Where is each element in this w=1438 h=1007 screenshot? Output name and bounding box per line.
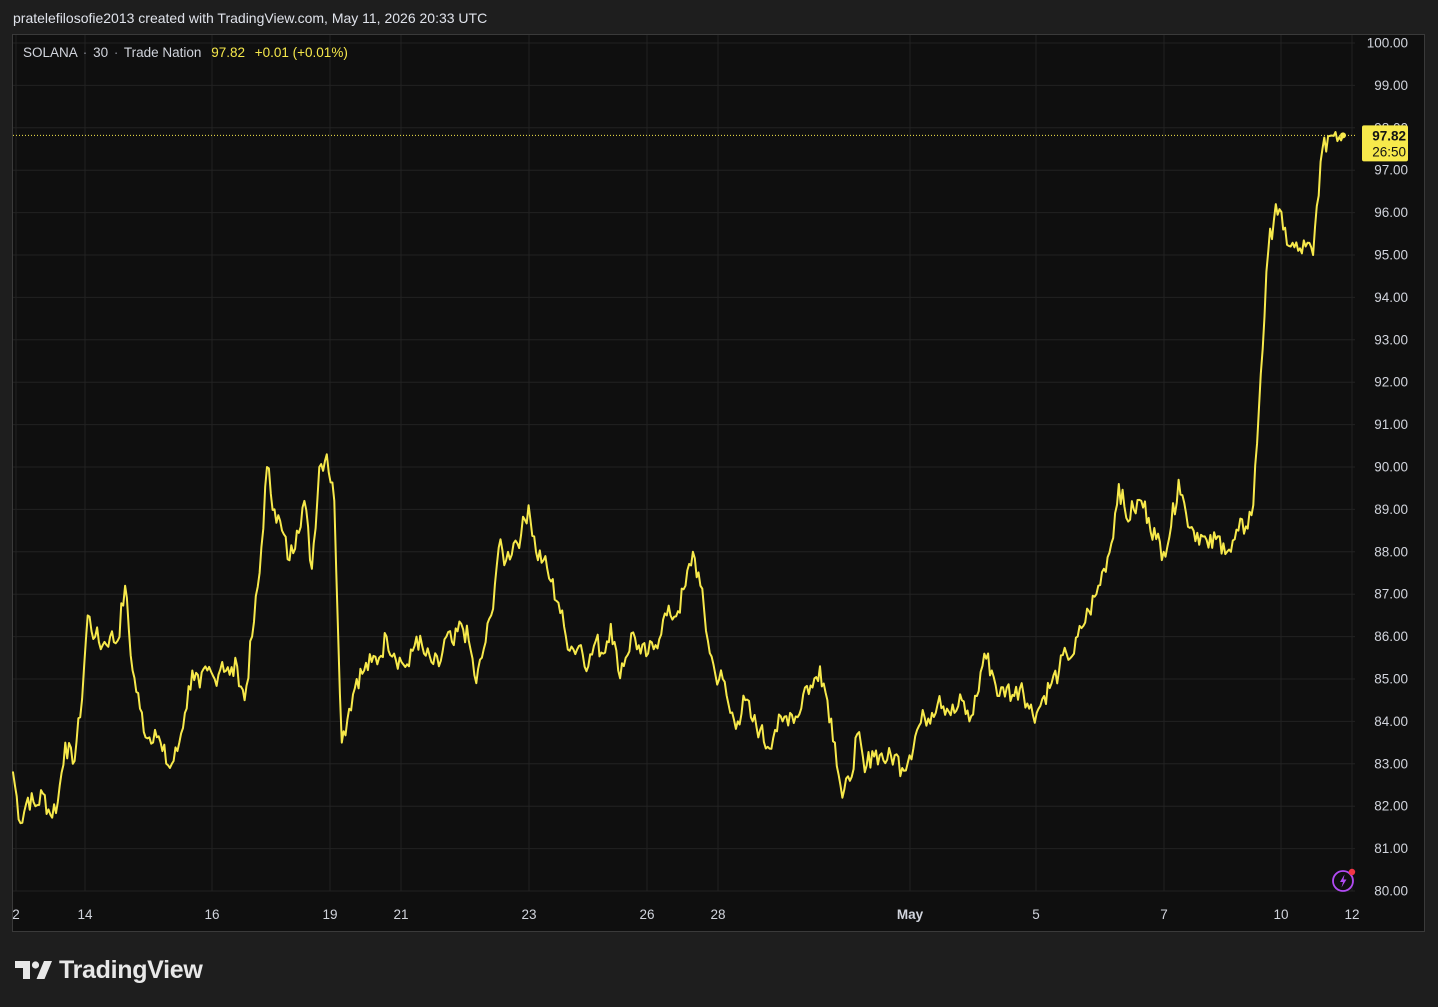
tradingview-logo[interactable]: TradingView xyxy=(15,954,203,986)
y-tick-label: 92.00 xyxy=(1374,375,1408,390)
legend-last-price: 97.82 xyxy=(211,45,245,60)
last-price-label: 97.8226:50 xyxy=(1362,125,1408,162)
price-chart[interactable]: 214161921232628May571012 100.0099.0098.0… xyxy=(12,34,1425,932)
x-tick-label: 2 xyxy=(12,907,20,922)
x-tick-label: 28 xyxy=(710,907,725,922)
bar-countdown-label: 26:50 xyxy=(1372,144,1406,159)
x-tick-label: 7 xyxy=(1160,907,1168,922)
y-tick-label: 87.00 xyxy=(1374,587,1408,602)
series-line-layer xyxy=(12,131,1355,825)
alert-button[interactable] xyxy=(1331,867,1357,893)
y-tick-label: 83.00 xyxy=(1374,756,1408,771)
last-price-label-value: 97.82 xyxy=(1372,128,1406,143)
y-tick-label: 95.00 xyxy=(1374,248,1408,263)
y-axis: 100.0099.0098.0097.0096.0095.0094.0093.0… xyxy=(1367,36,1408,899)
y-tick-label: 84.00 xyxy=(1374,714,1408,729)
legend-change: +0.01 (+0.01%) xyxy=(254,45,348,60)
x-tick-label: 10 xyxy=(1273,907,1288,922)
y-tick-label: 86.00 xyxy=(1374,629,1408,644)
y-tick-label: 97.00 xyxy=(1374,163,1408,178)
x-axis: 2 14 16 19 21 23 26 28 May 5 7 10 12 xyxy=(12,907,1359,922)
tradingview-logo-text: TradingView xyxy=(59,955,203,984)
y-tick-label: 94.00 xyxy=(1374,290,1408,305)
y-tick-label: 80.00 xyxy=(1374,884,1408,899)
y-tick-label: 81.00 xyxy=(1374,841,1408,856)
x-tick-label: 12 xyxy=(1344,907,1359,922)
y-tick-label: 88.00 xyxy=(1374,544,1408,559)
y-tick-label: 90.00 xyxy=(1374,460,1408,475)
x-tick-label: 5 xyxy=(1032,907,1040,922)
legend-broker: Trade Nation xyxy=(123,45,202,60)
x-tick-label: 14 xyxy=(77,907,93,922)
tradingview-logo-icon xyxy=(15,961,52,979)
lightning-icon xyxy=(1332,868,1356,892)
x-tick-label: May xyxy=(897,907,924,922)
y-tick-label: 91.00 xyxy=(1374,417,1408,432)
legend-interval: 30 xyxy=(93,45,109,60)
y-tick-label: 93.00 xyxy=(1374,332,1408,347)
legend-separator: · xyxy=(113,45,119,60)
y-tick-label: 82.00 xyxy=(1374,799,1408,814)
chart-credit: pratelefilosofie2013 created with Tradin… xyxy=(13,10,488,26)
y-tick-label: 99.00 xyxy=(1374,78,1408,93)
x-tick-label: 19 xyxy=(322,907,337,922)
x-tick-label: 21 xyxy=(393,907,408,922)
x-tick-label: 16 xyxy=(204,907,219,922)
chart-legend: SOLANA · 30 · Trade Nation 97.82 +0.01 (… xyxy=(23,45,348,60)
x-tick-label: 23 xyxy=(521,907,536,922)
last-point-marker xyxy=(1340,132,1346,139)
y-tick-label: 85.00 xyxy=(1374,672,1408,687)
y-tick-label: 96.00 xyxy=(1374,205,1408,220)
grid xyxy=(13,35,1355,892)
x-tick-label: 26 xyxy=(639,907,654,922)
legend-separator: · xyxy=(82,45,88,60)
y-tick-label: 100.00 xyxy=(1367,36,1408,51)
legend-symbol: SOLANA xyxy=(23,45,78,60)
price-label-layer: 97.8226:50 xyxy=(1362,125,1408,162)
y-tick-label: 89.00 xyxy=(1374,502,1408,517)
